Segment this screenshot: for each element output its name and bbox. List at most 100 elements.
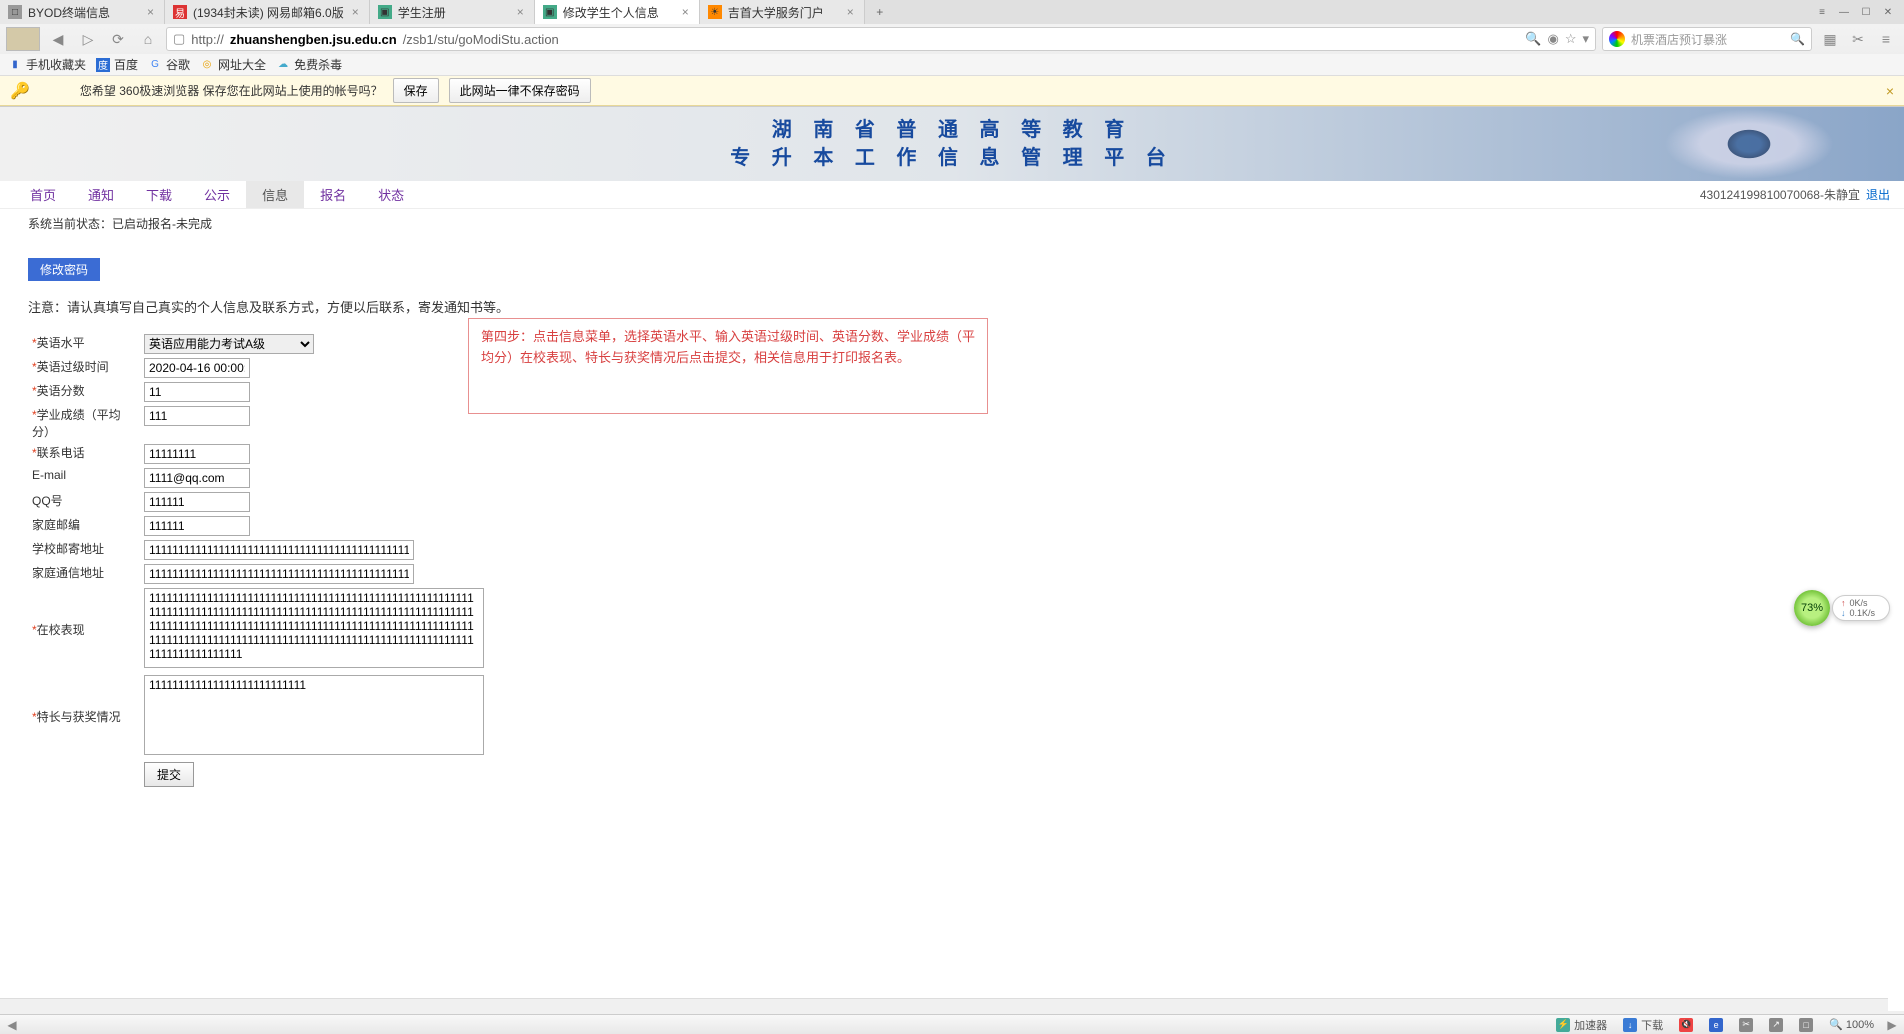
tb-accel[interactable]: ⚡ 加速器	[1550, 1017, 1613, 1033]
tab-mail[interactable]: 易 (1934封未读) 网易邮箱6.0版 ×	[165, 0, 370, 24]
reload-button[interactable]: ⟳	[106, 27, 130, 51]
english-level-select[interactable]: 英语应用能力考试A级	[144, 334, 314, 354]
school-addr-input[interactable]	[144, 540, 414, 560]
phone-input[interactable]	[144, 444, 250, 464]
home-addr-input[interactable]	[144, 564, 414, 584]
qq-input[interactable]	[144, 492, 250, 512]
tool-icon: □	[1799, 1018, 1813, 1032]
tab-icon: ▣	[543, 5, 557, 19]
nav-public[interactable]: 公示	[188, 181, 246, 208]
bookmark-antivirus[interactable]: ☁ 免费杀毒	[276, 56, 342, 73]
tb-tool1[interactable]: ✂	[1733, 1018, 1759, 1032]
tab-portal[interactable]: ☀ 吉首大学服务门户 ×	[700, 0, 865, 24]
tab-close-icon[interactable]: ×	[845, 5, 856, 19]
tab-close-icon[interactable]: ×	[515, 5, 526, 19]
save-password-button[interactable]: 保存	[393, 78, 439, 103]
search-input[interactable]: 机票酒店预订暴涨 🔍	[1602, 27, 1812, 51]
talents-textarea[interactable]	[144, 675, 484, 755]
gpa-input[interactable]	[144, 406, 250, 426]
campus-perf-textarea[interactable]	[144, 588, 484, 668]
tb-zoom[interactable]: 🔍 100%	[1823, 1018, 1880, 1031]
new-tab-button[interactable]: +	[865, 0, 895, 24]
nav-home[interactable]: 首页	[14, 181, 72, 208]
download-label: 下载	[1641, 1017, 1663, 1033]
never-save-password-button[interactable]: 此网站一律不保存密码	[449, 78, 591, 103]
tool-icon: ✂	[1739, 1018, 1753, 1032]
url-actions: 🔍 ◉ ☆ ▾	[1525, 31, 1589, 47]
close-bar-icon[interactable]: ×	[1886, 83, 1894, 99]
tab-close-icon[interactable]: ×	[350, 5, 361, 19]
search-icon[interactable]: 🔍	[1525, 31, 1541, 47]
search-go-icon[interactable]: 🔍	[1790, 32, 1805, 46]
forward-button[interactable]: ▷	[76, 27, 100, 51]
banner: 湖 南 省 普 通 高 等 教 育 专 升 本 工 作 信 息 管 理 平 台	[0, 107, 1904, 181]
scroll-right-icon[interactable]: ▶	[1884, 1018, 1900, 1032]
tab-modify-info[interactable]: ▣ 修改学生个人信息 ×	[535, 0, 700, 24]
mobile-icon: ▮	[8, 58, 22, 72]
tab-label: 修改学生个人信息	[563, 4, 659, 21]
dropdown-icon[interactable]: ▾	[1582, 31, 1589, 47]
home-button[interactable]: ⌂	[136, 27, 160, 51]
bookmark-baidu[interactable]: 度 百度	[96, 56, 138, 73]
window-maximize-icon[interactable]: ☐	[1856, 4, 1876, 20]
user-info: 430124199810070068-朱静宜 退出	[1700, 186, 1890, 203]
star-icon[interactable]: ☆	[1565, 31, 1577, 47]
tb-tool3[interactable]: □	[1793, 1018, 1819, 1032]
home-zip-input[interactable]	[144, 516, 250, 536]
menu-icon[interactable]: ≡	[1874, 27, 1898, 51]
horizontal-scrollbar[interactable]	[0, 998, 1888, 1014]
compat-icon[interactable]: ◉	[1547, 31, 1558, 47]
upload-icon: ↑	[1841, 598, 1846, 608]
extensions-icon[interactable]: ▦	[1818, 27, 1842, 51]
bookmark-label: 网址大全	[218, 56, 266, 73]
qq-label: QQ号	[32, 494, 63, 508]
submit-button[interactable]: 提交	[144, 762, 194, 787]
scissors-icon[interactable]: ✂	[1846, 27, 1870, 51]
user-id-name: 430124199810070068-朱静宜	[1700, 186, 1860, 203]
bookmark-sites[interactable]: ◎ 网址大全	[200, 56, 266, 73]
download-icon: ↓	[1623, 1018, 1637, 1032]
window-menu-icon[interactable]: ≡	[1812, 4, 1832, 20]
tb-ie[interactable]: e	[1703, 1018, 1729, 1032]
tb-mute[interactable]: 🔇	[1673, 1018, 1699, 1032]
url-input[interactable]: ▢ http://zhuanshengben.jsu.edu.cn/zsb1/s…	[166, 27, 1596, 51]
tab-close-icon[interactable]: ×	[680, 5, 691, 19]
sites-icon: ◎	[200, 58, 214, 72]
password-save-bar: 🔑 您希望 360极速浏览器 保存您在此网站上使用的帐号吗？ 保存 此网站一律不…	[0, 76, 1904, 106]
nav-notice[interactable]: 通知	[72, 181, 130, 208]
nav-info[interactable]: 信息	[246, 181, 304, 208]
bookmark-google[interactable]: G 谷歌	[148, 56, 190, 73]
scroll-left-icon[interactable]: ◀	[4, 1018, 20, 1032]
window-minimize-icon[interactable]: —	[1834, 4, 1854, 20]
bookmark-mobile[interactable]: ▮ 手机收藏夹	[8, 56, 86, 73]
english-score-label: 英语分数	[37, 384, 85, 398]
tab-close-icon[interactable]: ×	[145, 5, 156, 19]
accel-icon: ⚡	[1556, 1018, 1570, 1032]
cloud-icon: ☁	[276, 58, 290, 72]
baidu-icon: 度	[96, 58, 110, 72]
bookmark-label: 谷歌	[166, 56, 190, 73]
speed-widget[interactable]: 73% ↑0K/s ↓0.1K/s	[1794, 590, 1890, 626]
tab-register[interactable]: ▣ 学生注册 ×	[370, 0, 535, 24]
window-close-icon[interactable]: ✕	[1878, 4, 1898, 20]
exit-link[interactable]: 退出	[1866, 186, 1890, 203]
system-status: 系统当前状态：已启动报名-未完成	[0, 209, 1904, 238]
page-thumbnail-icon[interactable]	[6, 27, 40, 51]
hint-box: 第四步：点击信息菜单，选择英语水平、输入英语过级时间、英语分数、学业成绩（平均分…	[468, 318, 988, 414]
tb-download[interactable]: ↓ 下载	[1617, 1017, 1669, 1033]
campus-perf-label: 在校表现	[37, 623, 85, 637]
school-addr-label: 学校邮寄地址	[32, 542, 104, 556]
url-path: /zsb1/stu/goModiStu.action	[403, 32, 559, 47]
tab-byod[interactable]: □ BYOD终端信息 ×	[0, 0, 165, 24]
change-password-button[interactable]: 修改密码	[28, 258, 100, 281]
nav-status[interactable]: 状态	[362, 181, 420, 208]
bookmark-label: 百度	[114, 56, 138, 73]
nav-download[interactable]: 下载	[130, 181, 188, 208]
nav-signup[interactable]: 报名	[304, 181, 362, 208]
search-engine-icon	[1609, 31, 1625, 47]
back-button[interactable]: ◀	[46, 27, 70, 51]
english-date-input[interactable]	[144, 358, 250, 378]
english-score-input[interactable]	[144, 382, 250, 402]
email-input[interactable]	[144, 468, 250, 488]
tb-tool2[interactable]: ↗	[1763, 1018, 1789, 1032]
